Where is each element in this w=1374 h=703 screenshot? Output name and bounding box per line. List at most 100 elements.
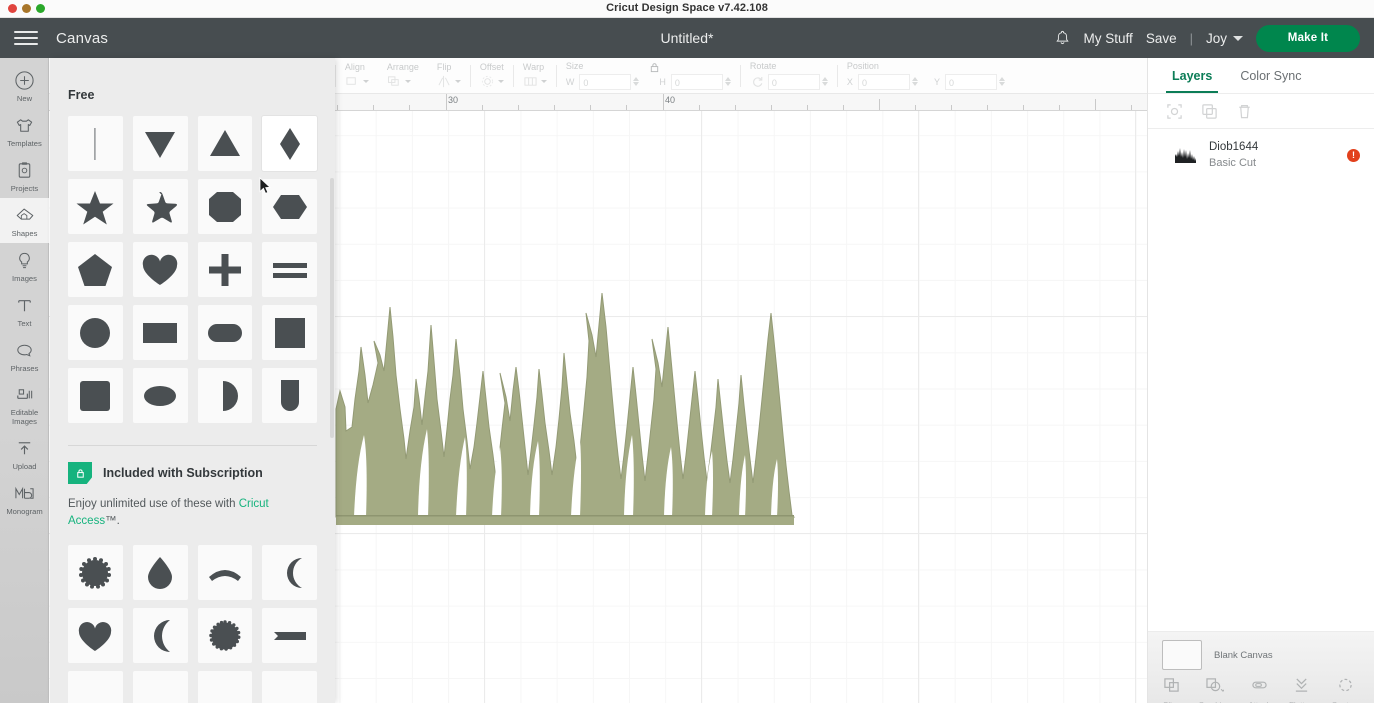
- machine-label: Joy: [1205, 30, 1227, 46]
- shape-tile-teardrop[interactable]: [132, 545, 188, 600]
- shape-tile-equals-bars[interactable]: [262, 242, 317, 297]
- height-stepper[interactable]: [724, 77, 731, 86]
- shape-tile-partial-2[interactable]: [132, 671, 188, 703]
- attach-button[interactable]: Attach: [1248, 677, 1271, 703]
- shape-tile-scalloped-circle[interactable]: [68, 545, 123, 600]
- align-label: Align: [344, 62, 365, 72]
- shape-tile-ellipse[interactable]: [132, 368, 188, 423]
- bell-icon[interactable]: [1054, 29, 1071, 47]
- rail-item-editable-images[interactable]: Editable Images: [0, 378, 49, 431]
- shape-tile-square-rounded[interactable]: [68, 368, 123, 423]
- combine-icon: [1206, 678, 1224, 692]
- rail-item-text[interactable]: Text: [0, 288, 49, 333]
- shape-tile-tag[interactable]: [262, 368, 317, 423]
- rotate-icon[interactable]: [750, 75, 765, 88]
- blank-canvas-swatch[interactable]: [1162, 640, 1202, 670]
- layer-name: Diob1644: [1209, 141, 1259, 153]
- position-y-stepper[interactable]: [998, 77, 1005, 86]
- shape-tile-diamond[interactable]: [262, 116, 317, 171]
- shape-tile-heart-premium[interactable]: [68, 608, 123, 663]
- lock-icon[interactable]: [649, 62, 660, 73]
- rail-item-templates[interactable]: Templates: [0, 108, 49, 153]
- duplicate-layer-icon[interactable]: [1201, 103, 1218, 120]
- combine-button[interactable]: Combine: [1198, 677, 1230, 703]
- shape-tile-square[interactable]: [262, 305, 317, 360]
- slice-button[interactable]: Slice: [1163, 677, 1180, 703]
- rotate-label: Rotate: [749, 60, 777, 71]
- tab-layers[interactable]: Layers: [1166, 69, 1219, 93]
- position-x-stepper[interactable]: [911, 77, 918, 86]
- warp-group[interactable]: Warp: [514, 57, 556, 93]
- tab-color-sync[interactable]: Color Sync: [1234, 69, 1307, 93]
- arrange-group[interactable]: Arrange: [378, 57, 428, 93]
- shape-tile-circle[interactable]: [68, 305, 123, 360]
- shape-tile-half-circle[interactable]: [197, 368, 253, 423]
- shape-tile-scalloped-circle-fine[interactable]: [197, 608, 253, 663]
- panel-divider: [68, 445, 317, 446]
- mouse-cursor: [259, 177, 271, 194]
- shape-tile-arc[interactable]: [197, 545, 253, 600]
- shape-tile-pentagon[interactable]: [68, 242, 123, 297]
- chevron-down-icon: [540, 80, 547, 83]
- duplicate-selection-icon[interactable]: [1166, 103, 1183, 120]
- height-input[interactable]: 0: [670, 73, 723, 90]
- rail-item-monogram[interactable]: Monogram: [0, 476, 49, 521]
- chevron-down-icon: [362, 80, 369, 83]
- delete-layer-icon[interactable]: [1236, 103, 1253, 120]
- rotate-stepper[interactable]: [821, 77, 828, 86]
- blank-canvas-row[interactable]: Blank Canvas: [1148, 632, 1374, 670]
- shape-tile-crescent-moon[interactable]: [262, 545, 317, 600]
- hamburger-icon[interactable]: [14, 29, 38, 47]
- offset-group[interactable]: Offset: [471, 57, 513, 93]
- save-button[interactable]: Save: [1146, 31, 1177, 46]
- lightbulb-icon: [19, 252, 30, 269]
- width-input[interactable]: 0: [579, 73, 632, 90]
- rail-item-new[interactable]: New: [0, 63, 49, 108]
- contour-button[interactable]: Contour: [1332, 677, 1360, 703]
- layer-warning-badge[interactable]: !: [1347, 148, 1360, 162]
- shape-tile-crescent-moon-thin[interactable]: [132, 608, 188, 663]
- shape-tile-partial-3[interactable]: [197, 671, 253, 703]
- flip-group[interactable]: Flip: [428, 57, 470, 93]
- rail-label-templates: Templates: [7, 139, 42, 148]
- text-t-icon: [18, 300, 31, 312]
- grass-silhouette-artwork[interactable]: [334, 279, 796, 527]
- machine-selector[interactable]: Joy: [1206, 31, 1243, 46]
- flatten-button[interactable]: Flatten: [1289, 677, 1314, 703]
- rail-label-projects: Projects: [10, 184, 39, 193]
- rail-item-projects[interactable]: Projects: [0, 153, 49, 198]
- shape-tile-star-rounded[interactable]: [132, 179, 188, 234]
- app-title: Cricut Design Space v7.42.108: [606, 2, 768, 14]
- shape-tile-plus-cross[interactable]: [197, 242, 253, 297]
- shape-tile-heart[interactable]: [132, 242, 188, 297]
- shape-tile-triangle-up[interactable]: [197, 116, 253, 171]
- shape-tile-octagon[interactable]: [197, 179, 253, 234]
- align-group[interactable]: Align: [336, 57, 378, 93]
- panel-scrollbar[interactable]: [330, 178, 334, 438]
- shape-tile-rounded-rectangle[interactable]: [197, 305, 253, 360]
- layer-row[interactable]: Diob1644 Basic Cut !: [1148, 129, 1374, 181]
- shape-tile-banner-ribbon[interactable]: [262, 608, 317, 663]
- width-stepper[interactable]: [633, 77, 640, 86]
- access-tag-icon: [68, 462, 92, 484]
- rail-label-images: Images: [12, 274, 37, 283]
- rail-item-upload[interactable]: Upload: [0, 431, 49, 476]
- position-x-input[interactable]: 0: [857, 73, 910, 90]
- shape-tile-rectangle[interactable]: [132, 305, 188, 360]
- width-label: W: [565, 76, 575, 87]
- position-y-input[interactable]: 0: [944, 73, 997, 90]
- shape-tile-partial-1[interactable]: [68, 671, 123, 703]
- shape-tile-line[interactable]: [68, 116, 123, 171]
- rail-item-shapes[interactable]: Shapes: [0, 198, 49, 243]
- rail-item-images[interactable]: Images: [0, 243, 49, 288]
- make-it-button[interactable]: Make It: [1256, 24, 1360, 52]
- shape-tile-star-5-point[interactable]: [68, 179, 123, 234]
- my-stuff-link[interactable]: My Stuff: [1084, 31, 1133, 46]
- rotate-input[interactable]: 0: [767, 73, 820, 90]
- height-label: H: [659, 76, 666, 87]
- shape-tile-triangle-down[interactable]: [132, 116, 188, 171]
- rail-item-phrases[interactable]: Phrases: [0, 333, 49, 378]
- subscription-header: Included with Subscription: [68, 462, 317, 484]
- size-group: Size W 0 H 0: [557, 57, 740, 93]
- shape-tile-partial-4[interactable]: [262, 671, 317, 703]
